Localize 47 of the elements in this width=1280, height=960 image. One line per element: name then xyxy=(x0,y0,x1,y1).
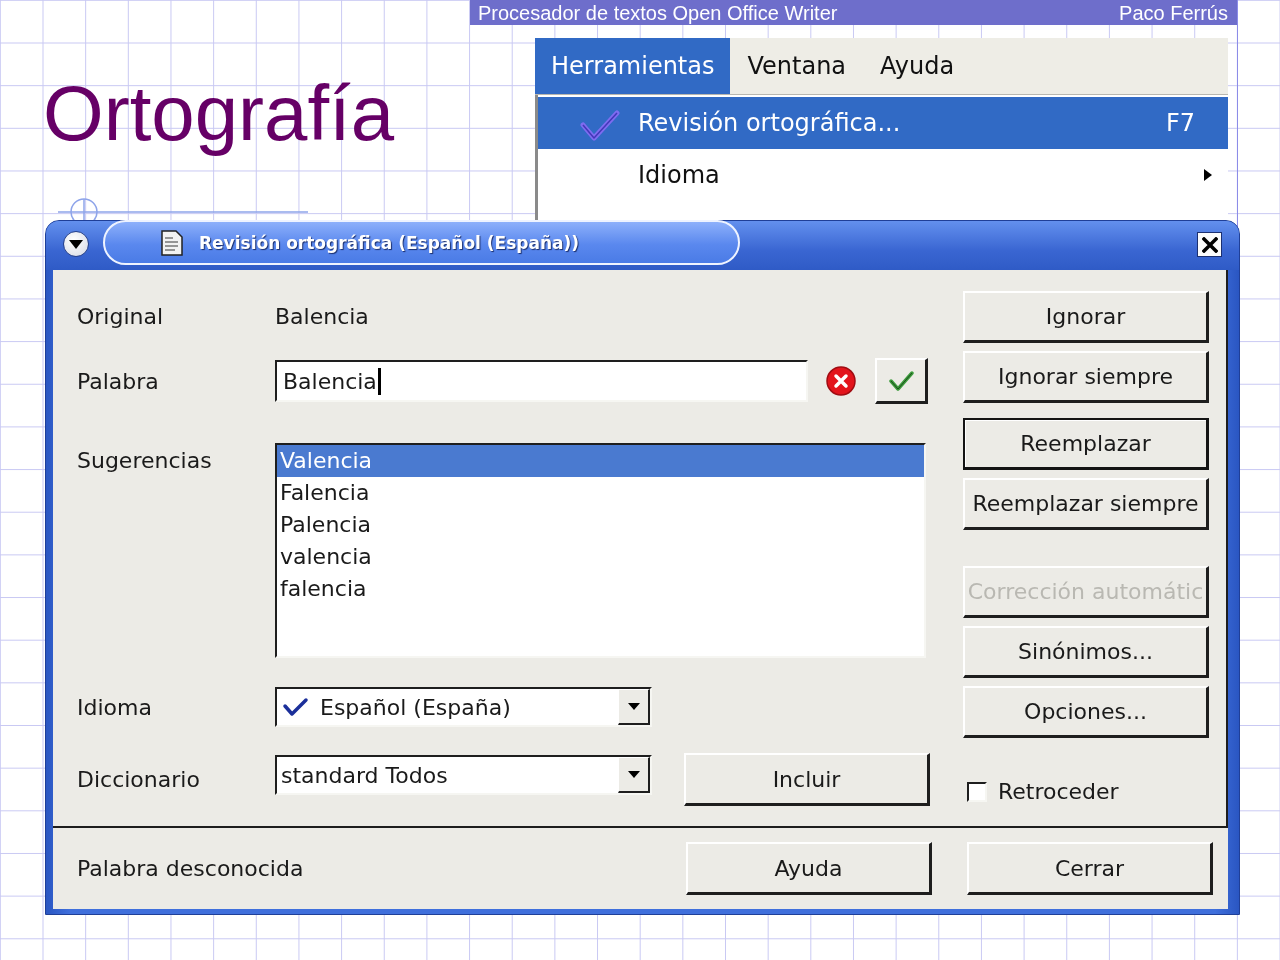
menu-item[interactable]: Revisión ortográfica... F7 xyxy=(538,97,1228,149)
help-button[interactable]: Ayuda xyxy=(686,842,932,895)
caret-icon xyxy=(69,239,83,249)
dialog-title: Revisión ortográfica (Español (España)) xyxy=(199,232,580,253)
suggestion-item[interactable]: valencia xyxy=(277,541,924,573)
suggestion-item[interactable]: Palencia xyxy=(277,509,924,541)
dropdown-button[interactable] xyxy=(618,757,650,793)
action-button[interactable]: Sinónimos... xyxy=(963,626,1209,678)
original-word: Balencia xyxy=(275,303,369,329)
action-button[interactable]: Ignorar siempre xyxy=(963,351,1209,403)
action-button[interactable]: Opciones... xyxy=(963,686,1209,738)
suggestion-item[interactable]: falencia xyxy=(277,573,924,605)
document-icon xyxy=(160,229,184,256)
field-label: Original xyxy=(77,303,165,329)
status-text: Palabra desconocida xyxy=(77,856,305,881)
action-button[interactable]: Reemplazar xyxy=(963,418,1209,470)
field-label: Palabra xyxy=(77,368,160,394)
window-menu-button[interactable] xyxy=(63,231,89,257)
dropdown-button[interactable] xyxy=(618,689,650,725)
include-button[interactable]: Incluir xyxy=(684,753,930,806)
check-icon xyxy=(888,369,914,392)
field-label: Idioma xyxy=(77,694,153,720)
presentation-name: Procesador de textos Open Office Writer xyxy=(478,2,838,23)
word-input[interactable]: Balencia xyxy=(275,360,808,402)
language-dropdown[interactable]: Español (España) xyxy=(275,687,652,727)
checkbox-label: Retroceder xyxy=(998,779,1119,804)
close-icon-button[interactable] xyxy=(1197,232,1222,257)
spellcheck-button[interactable] xyxy=(875,358,928,404)
check-icon xyxy=(281,697,309,717)
dictionary-dropdown[interactable]: standard Todos xyxy=(275,755,652,795)
action-button[interactable]: Reemplazar siempre xyxy=(963,478,1209,530)
suggestion-item[interactable]: Valencia xyxy=(277,445,924,477)
field-label: Diccionario xyxy=(77,767,201,792)
close-button[interactable]: Cerrar xyxy=(967,842,1213,895)
menu-bar-item[interactable]: Ayuda xyxy=(863,38,972,94)
author-name: Paco Ferrús xyxy=(1119,2,1228,23)
shortcut-label: F7 xyxy=(1165,109,1195,137)
menu-item[interactable]: Idioma xyxy=(538,149,1228,201)
backwards-checkbox[interactable] xyxy=(967,781,987,802)
menu-bar-item[interactable]: Herramientas xyxy=(535,38,731,94)
action-button[interactable]: Ignorar xyxy=(963,291,1209,343)
menu-bar-item[interactable]: Ventana xyxy=(730,38,864,94)
field-label: Sugerencias xyxy=(77,448,213,473)
caret-icon xyxy=(627,771,640,778)
suggestion-item[interactable]: Falencia xyxy=(277,477,924,509)
caret-icon xyxy=(627,703,640,710)
close-icon xyxy=(1201,236,1218,253)
